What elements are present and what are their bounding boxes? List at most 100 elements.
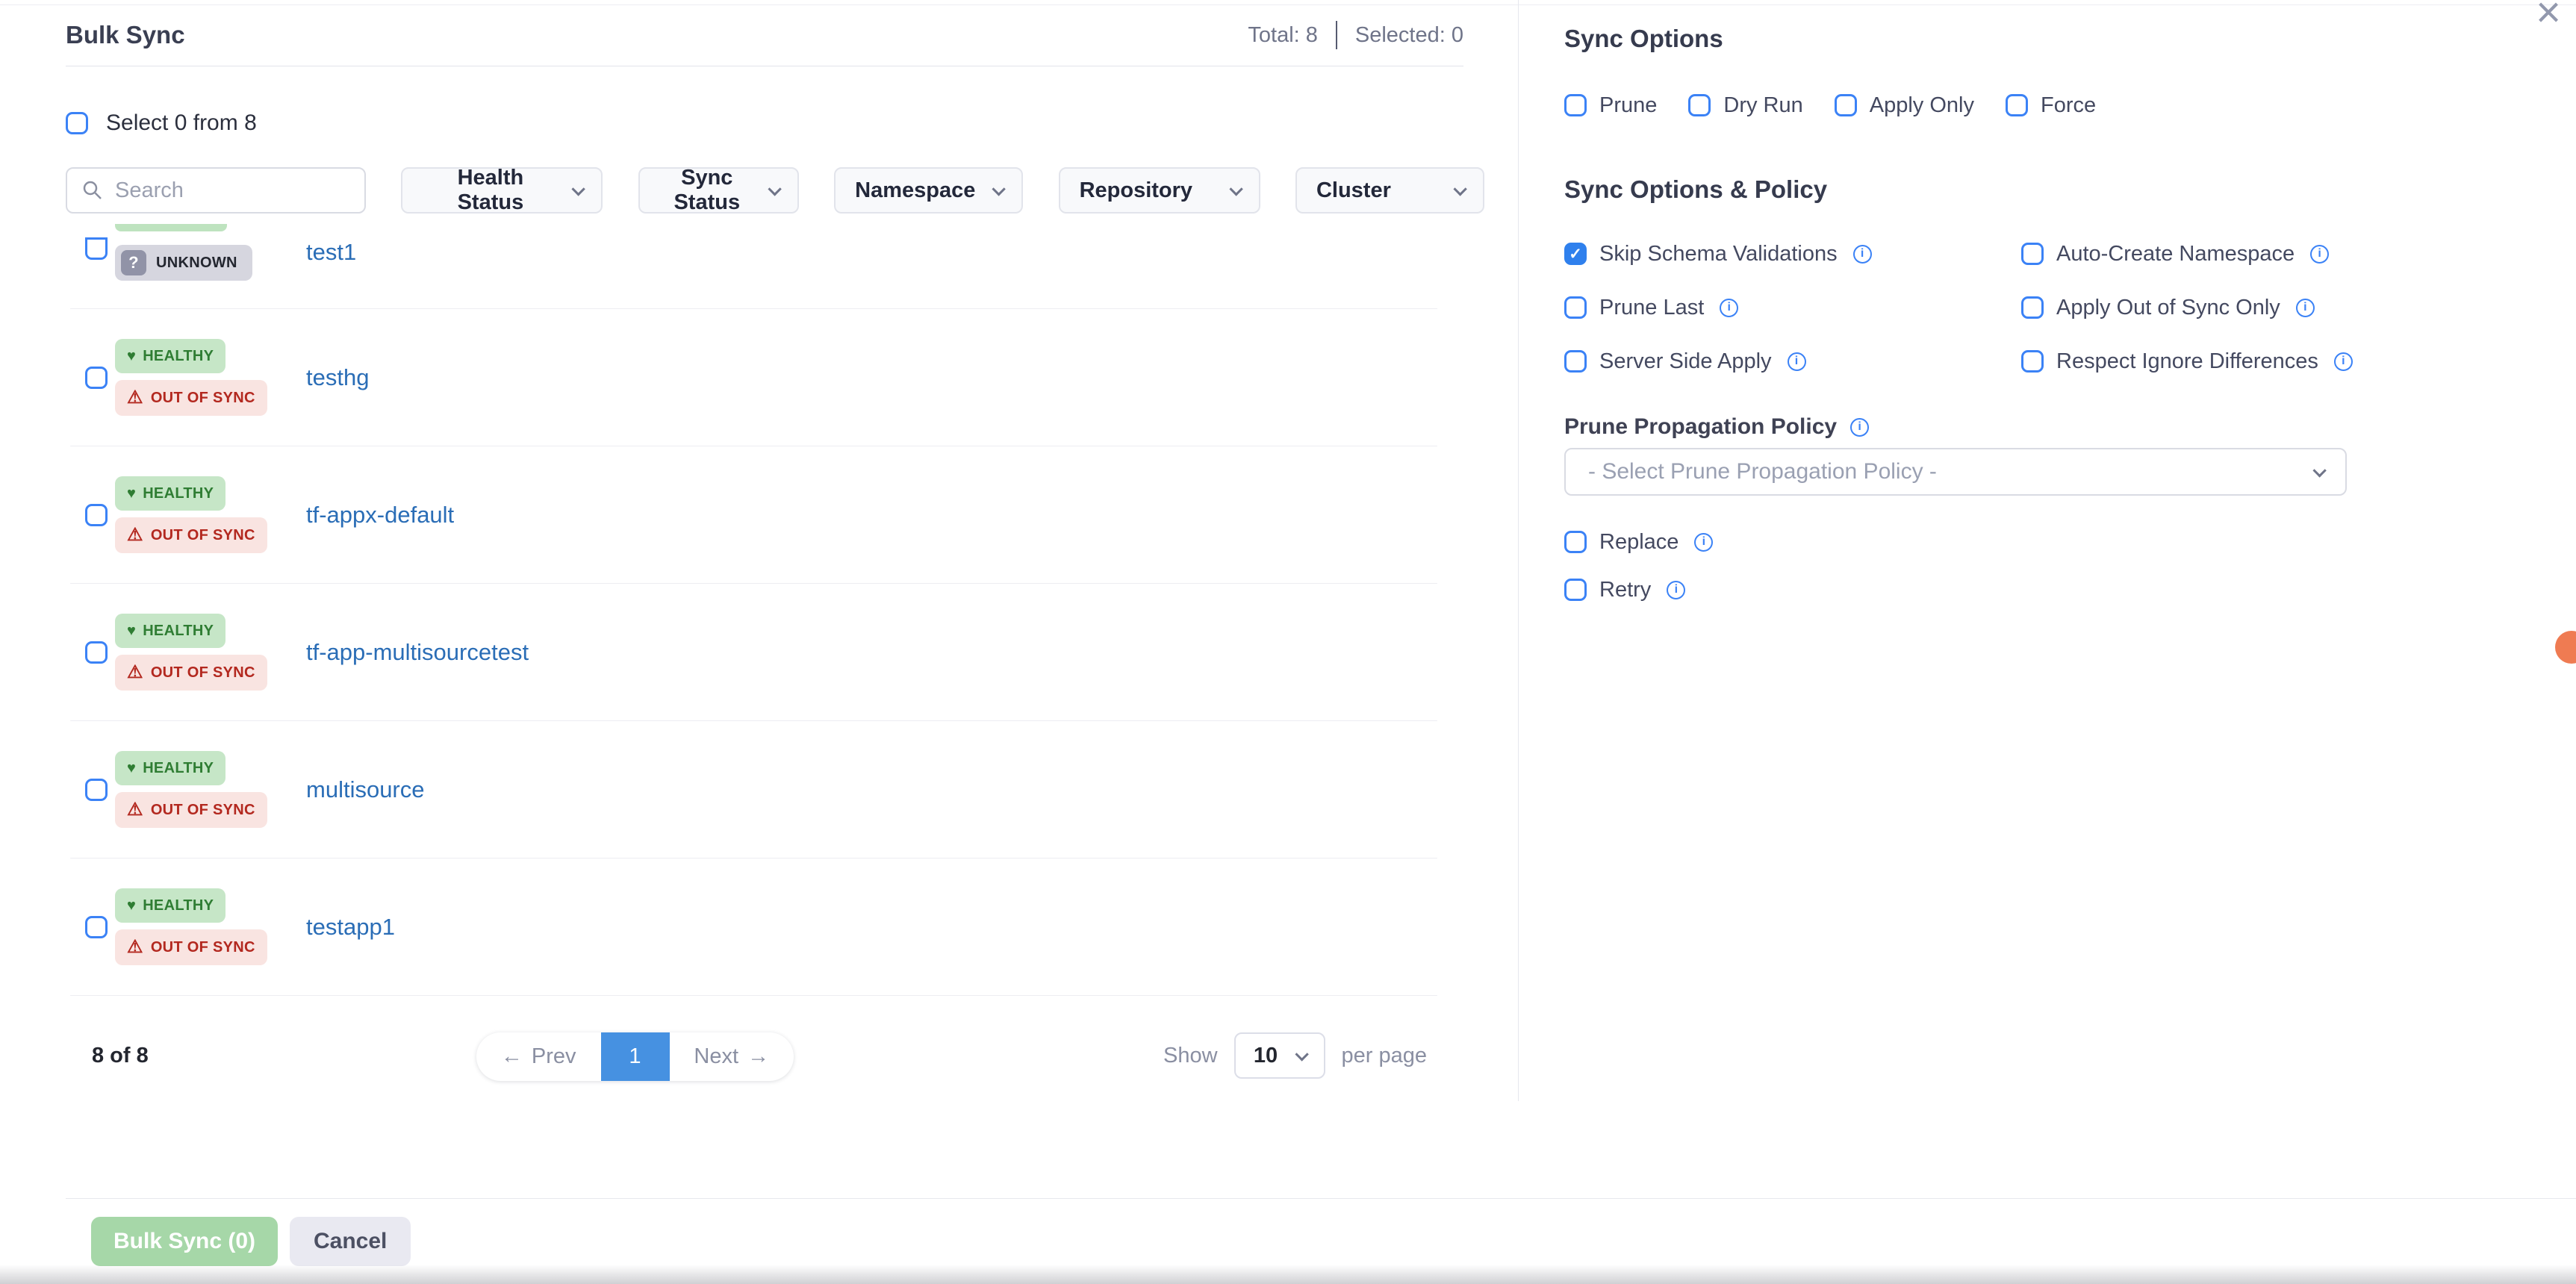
chevron-down-icon <box>1295 1047 1309 1061</box>
app-checkbox[interactable] <box>85 641 108 664</box>
prune-propagation-policy-select[interactable]: - Select Prune Propagation Policy - <box>1564 448 2347 496</box>
force-checkbox[interactable] <box>2006 94 2028 116</box>
page-size-select[interactable]: 10 <box>1234 1032 1325 1079</box>
filter-repository[interactable]: Repository <box>1059 167 1260 214</box>
search-box[interactable] <box>66 167 366 214</box>
badge-column: ♥HEALTHY ⚠OUT OF SYNC <box>115 476 273 553</box>
app-link[interactable]: tf-appx-default <box>306 502 454 529</box>
skip-schema-validations-checkbox[interactable] <box>1564 243 1587 265</box>
option-apply-only[interactable]: Apply Only <box>1835 93 1974 118</box>
app-checkbox[interactable] <box>85 916 108 938</box>
info-icon[interactable]: i <box>2310 245 2329 264</box>
chevron-down-icon <box>992 182 1006 196</box>
apply-only-checkbox[interactable] <box>1835 94 1857 116</box>
panel-header: Bulk Sync Total: 8 Selected: 0 <box>66 21 1463 49</box>
app-row: ♥HEALTHY ⚠OUT OF SYNC testapp1 <box>66 858 1437 995</box>
heart-icon: ♥ <box>127 348 136 365</box>
bulk-sync-button[interactable]: Bulk Sync (0) <box>91 1217 278 1266</box>
sync-policy-title: Sync Options & Policy <box>1564 175 2576 205</box>
select-all-label: Select 0 from 8 <box>106 110 257 136</box>
health-badge: ♥HEALTHY <box>115 888 225 923</box>
info-icon[interactable]: i <box>1720 299 1738 317</box>
page-title: Bulk Sync <box>66 21 185 49</box>
selected-count: Selected: 0 <box>1355 23 1463 48</box>
option-retry[interactable]: Retry i <box>1564 578 2576 602</box>
info-icon[interactable]: i <box>2334 352 2353 371</box>
option-respect-ignore-differences[interactable]: Respect Ignore Differences i <box>2021 349 2576 373</box>
clipped-healthy-badge <box>115 224 227 231</box>
prune-checkbox[interactable] <box>1564 94 1587 116</box>
option-auto-create-namespace[interactable]: Auto-Create Namespace i <box>2021 242 2576 266</box>
pager: ← Prev 1 Next → <box>476 1032 794 1081</box>
app-checkbox[interactable] <box>85 504 108 526</box>
app-row: ♥HEALTHY ⚠OUT OF SYNC tf-app-multisource… <box>66 584 1437 720</box>
right-arrow-icon: → <box>747 1044 769 1069</box>
option-server-side-apply[interactable]: Server Side Apply i <box>1564 349 2021 373</box>
auto-create-namespace-checkbox[interactable] <box>2021 243 2044 265</box>
select-all[interactable]: Select 0 from 8 <box>66 110 257 136</box>
chevron-down-icon <box>572 182 585 196</box>
prune-propagation-policy-label: Prune Propagation Policy i <box>1564 415 2576 439</box>
app-checkbox[interactable] <box>85 779 108 801</box>
app-checkbox[interactable] <box>85 237 108 260</box>
filter-namespace[interactable]: Namespace <box>834 167 1023 214</box>
filter-cluster[interactable]: Cluster <box>1295 167 1484 214</box>
app-link[interactable]: multisource <box>306 776 425 803</box>
info-icon[interactable]: i <box>1694 533 1713 552</box>
health-badge: ♥HEALTHY <box>115 339 225 373</box>
option-force[interactable]: Force <box>2006 93 2096 118</box>
dry-run-checkbox[interactable] <box>1688 94 1711 116</box>
app-checkbox[interactable] <box>85 367 108 389</box>
option-dry-run[interactable]: Dry Run <box>1688 93 1802 118</box>
app-link[interactable]: testhg <box>306 364 369 391</box>
option-apply-out-of-sync-only[interactable]: Apply Out of Sync Only i <box>2021 296 2576 320</box>
prev-button[interactable]: ← Prev <box>476 1032 601 1081</box>
warning-icon: ⚠ <box>127 526 143 544</box>
replace-checkbox[interactable] <box>1564 531 1587 553</box>
info-icon[interactable]: i <box>1788 352 1806 371</box>
total-count: Total: 8 <box>1248 23 1318 48</box>
filter-health-status[interactable]: Health Status <box>401 167 603 214</box>
heart-icon: ♥ <box>127 760 136 777</box>
badge-column: ♥HEALTHY ⚠OUT OF SYNC <box>115 614 273 691</box>
app-link[interactable]: test1 <box>306 239 356 266</box>
select-all-checkbox[interactable] <box>66 112 88 134</box>
app-link[interactable]: testapp1 <box>306 914 395 941</box>
option-prune-last[interactable]: Prune Last i <box>1564 296 2021 320</box>
notification-dot[interactable] <box>2555 631 2576 664</box>
search-input[interactable] <box>67 169 364 212</box>
option-skip-schema-validations[interactable]: Skip Schema Validations i <box>1564 242 2021 266</box>
chevron-down-icon <box>2312 464 2326 477</box>
app-link[interactable]: tf-app-multisourcetest <box>306 639 529 666</box>
health-badge: ♥HEALTHY <box>115 476 225 511</box>
heart-icon: ♥ <box>127 897 136 914</box>
badge-column: ? UNKNOWN <box>115 224 273 281</box>
option-replace[interactable]: Replace i <box>1564 530 2576 554</box>
cancel-button[interactable]: Cancel <box>290 1217 411 1266</box>
page-1-button[interactable]: 1 <box>601 1032 670 1081</box>
apply-out-of-sync-only-checkbox[interactable] <box>2021 296 2044 319</box>
info-icon[interactable]: i <box>2296 299 2315 317</box>
info-icon[interactable]: i <box>1667 581 1685 599</box>
sync-badge: ⚠OUT OF SYNC <box>115 380 267 416</box>
filter-sync-status[interactable]: Sync Status <box>638 167 799 214</box>
info-icon[interactable]: i <box>1850 418 1869 437</box>
search-icon <box>82 180 103 201</box>
info-icon[interactable]: i <box>1853 245 1872 264</box>
page-size-control: Show 10 per page <box>1163 1032 1427 1079</box>
next-button[interactable]: Next → <box>670 1032 794 1081</box>
basic-options-row: Prune Dry Run Apply Only Force <box>1564 93 2576 118</box>
bottom-fade <box>0 1265 2576 1284</box>
heart-icon: ♥ <box>127 623 136 640</box>
respect-ignore-differences-checkbox[interactable] <box>2021 350 2044 373</box>
server-side-apply-checkbox[interactable] <box>1564 350 1587 373</box>
warning-icon: ⚠ <box>127 664 143 682</box>
sync-options-title: Sync Options <box>1564 24 2576 54</box>
retry-checkbox[interactable] <box>1564 579 1587 601</box>
option-prune[interactable]: Prune <box>1564 93 1657 118</box>
prune-last-checkbox[interactable] <box>1564 296 1587 319</box>
sync-badge: ⚠OUT OF SYNC <box>115 929 267 965</box>
close-icon[interactable]: × <box>2536 0 2561 34</box>
chevron-down-icon <box>1229 182 1242 196</box>
sync-badge: ⚠OUT OF SYNC <box>115 517 267 553</box>
